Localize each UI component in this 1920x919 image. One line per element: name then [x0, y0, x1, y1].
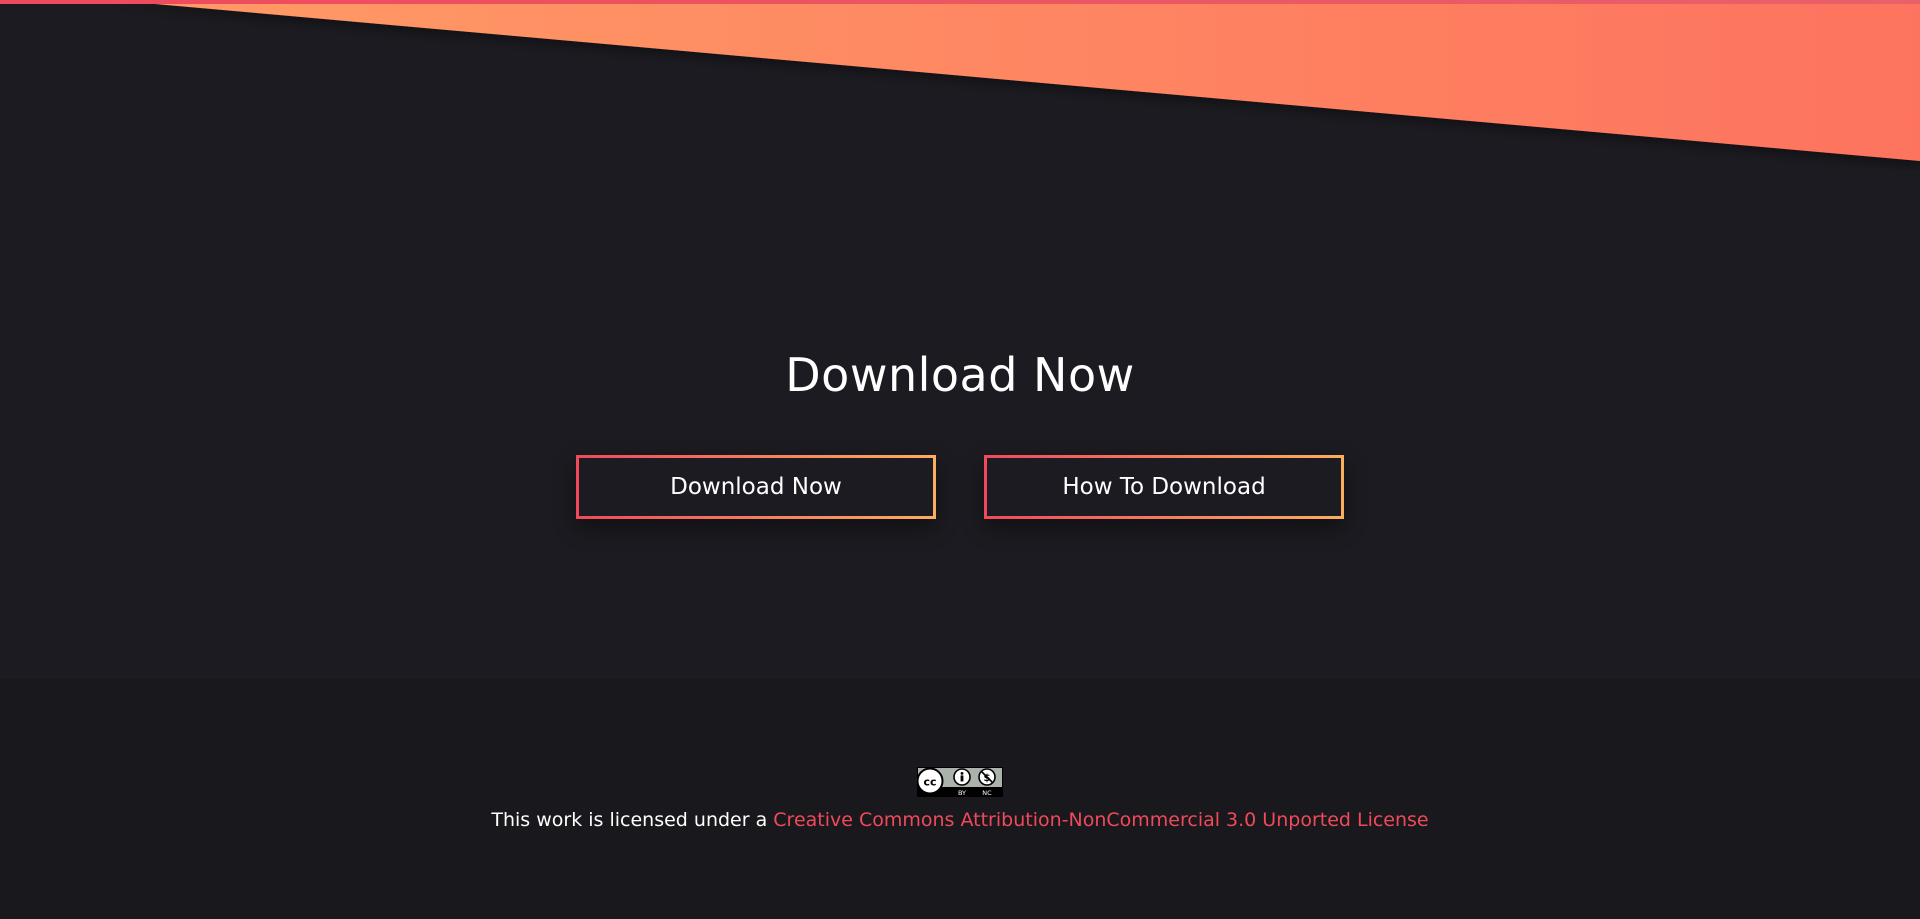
page: Download Now Download Now How To Downloa…	[0, 0, 1920, 919]
badge-by-label: BY	[958, 789, 966, 797]
svg-text:cc: cc	[923, 776, 936, 789]
badge-nc-label: NC	[982, 789, 992, 797]
top-accent-banner	[0, 0, 1920, 161]
license-link[interactable]: Creative Commons Attribution-NonCommerci…	[773, 809, 1428, 831]
page-title: Download Now	[785, 348, 1135, 402]
how-to-download-button[interactable]: How To Download	[984, 455, 1344, 519]
footer: cc $ BY NC This work is licensed under a…	[0, 679, 1920, 919]
creative-commons-badge-link[interactable]: cc $ BY NC	[916, 767, 1003, 797]
how-to-download-label: How To Download	[987, 458, 1341, 516]
creative-commons-by-nc-icon: cc $ BY NC	[916, 767, 1003, 797]
download-section: Download Now Download Now How To Downloa…	[0, 0, 1920, 679]
download-now-button[interactable]: Download Now	[576, 455, 936, 519]
banner-shape	[110, 0, 1920, 161]
top-strip	[0, 0, 1920, 4]
license-notice: This work is licensed under a Creative C…	[0, 809, 1920, 831]
license-prefix-text: This work is licensed under a	[491, 809, 774, 831]
download-now-label: Download Now	[579, 458, 933, 516]
